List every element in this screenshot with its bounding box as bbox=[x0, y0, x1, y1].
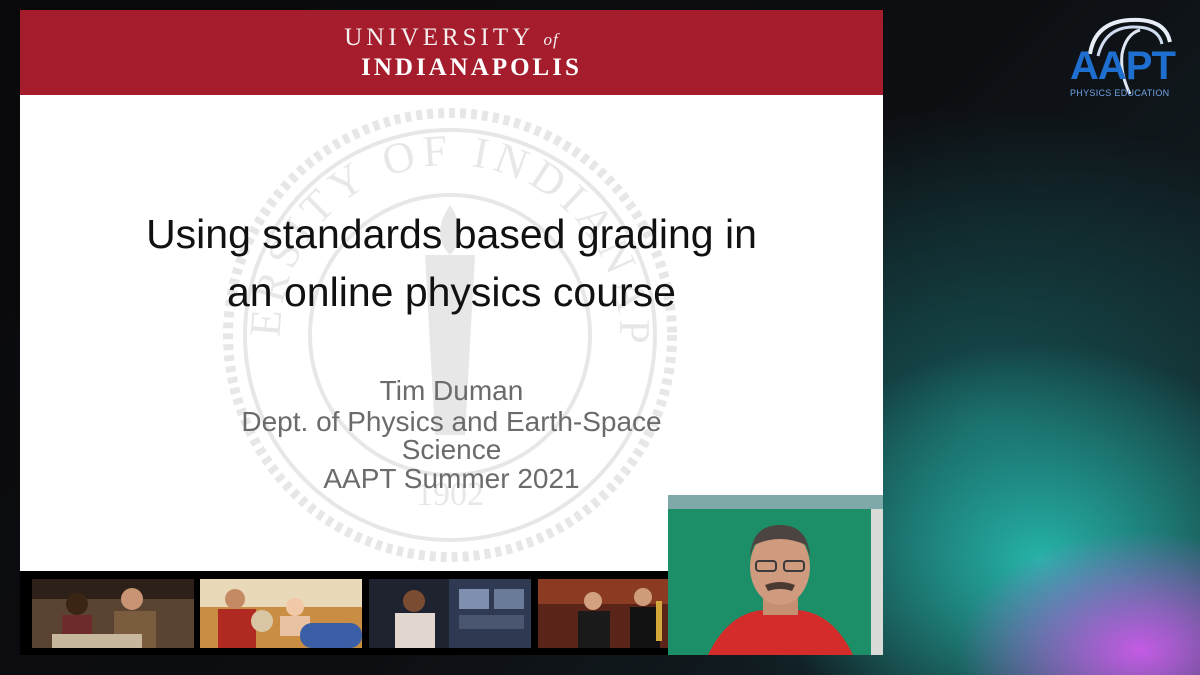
department-line1: Dept. of Physics and Earth-Space bbox=[241, 406, 662, 437]
aapt-logo-tagline: PHYSICS EDUCATION bbox=[1070, 88, 1170, 98]
university-word: UNIVERSITY bbox=[344, 24, 534, 51]
slide-header-banner: UNIVERSITY of INDIANAPOLIS bbox=[20, 10, 883, 95]
slide-author-block: Tim Duman Dept. of Physics and Earth-Spa… bbox=[110, 375, 793, 494]
university-name-line1: UNIVERSITY of bbox=[20, 24, 883, 52]
presentation-slide: UNIVERSITY of INDIANAPOLIS UNIVERSITY OF… bbox=[20, 10, 883, 571]
photo-therapy-child bbox=[200, 579, 362, 648]
webcam-video-feed bbox=[668, 495, 883, 655]
slide-title-line1: Using standards based grading in bbox=[146, 211, 757, 257]
slide-photo-strip bbox=[20, 571, 700, 655]
event-name: AAPT Summer 2021 bbox=[323, 463, 580, 494]
department-line2: Science bbox=[401, 434, 502, 465]
aapt-logo-text: AAPT bbox=[1070, 44, 1176, 88]
university-seal-watermark: UNIVERSITY OF INDIANAPOLIS 1902 bbox=[220, 105, 677, 562]
university-of: of bbox=[543, 30, 559, 49]
photo-studio-equipment bbox=[369, 579, 531, 648]
author-name: Tim Duman bbox=[379, 375, 524, 406]
photo-lab-students bbox=[32, 579, 194, 648]
slide-title: Using standards based grading in an onli… bbox=[60, 205, 843, 321]
university-name-line2: INDIANAPOLIS bbox=[361, 54, 582, 81]
slide-title-line2: an online physics course bbox=[227, 269, 676, 315]
